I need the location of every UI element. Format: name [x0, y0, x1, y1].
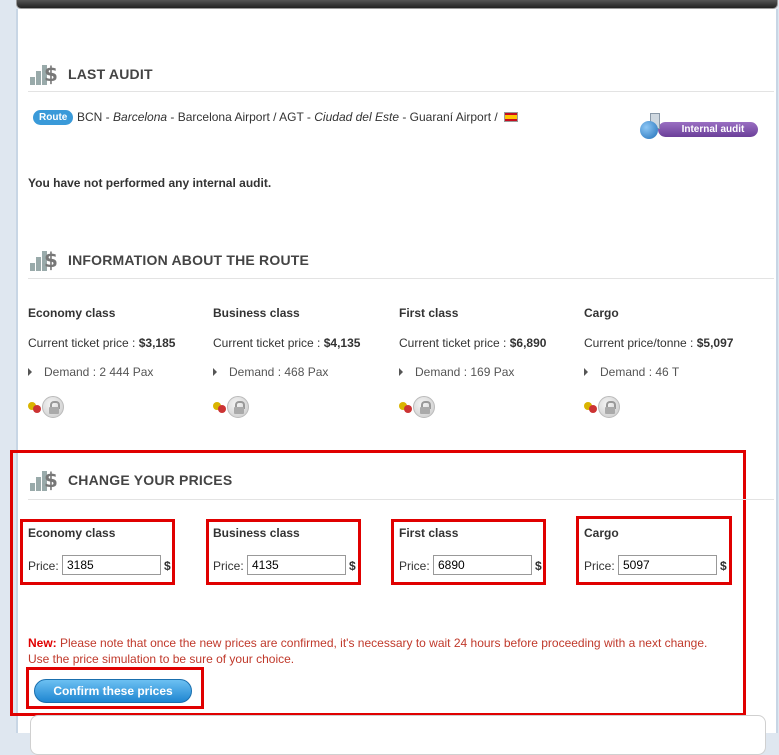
internal-audit-button[interactable]: Internal audit — [640, 113, 758, 143]
no-audit-message: You have not performed any internal audi… — [28, 176, 272, 190]
last-audit-title: LAST AUDIT — [68, 66, 153, 82]
caret-right-icon — [399, 368, 403, 376]
economy-price-input[interactable] — [62, 555, 161, 575]
section-divider — [28, 278, 774, 279]
dest-city: Ciudad del Este — [314, 110, 399, 124]
origin-code: BCN — [77, 110, 103, 124]
economy-demand: Demand : 2 444 Pax — [28, 365, 153, 379]
confirm-prices-button[interactable]: Confirm these prices — [34, 679, 192, 703]
dest-airport: Guaraní Airport — [409, 110, 492, 124]
cargo-icon[interactable] — [584, 402, 598, 414]
audit-dollar-icon: $ — [30, 62, 58, 86]
passengers-icon[interactable] — [213, 402, 227, 414]
first-price-heading: First class — [399, 526, 459, 540]
cargo-heading: Cargo — [584, 306, 619, 320]
economy-current-price: Current ticket price : $3,185 — [28, 336, 176, 350]
next-section-card — [30, 715, 766, 755]
business-current-price: Current ticket price : $4,135 — [213, 336, 361, 350]
internal-audit-label: Internal audit — [658, 122, 758, 137]
svg-text:$: $ — [44, 468, 58, 492]
origin-airport: Barcelona Airport — [177, 110, 270, 124]
business-currency: $ — [349, 559, 356, 573]
section-divider — [28, 91, 774, 92]
svg-text:$: $ — [44, 248, 58, 272]
business-price-input[interactable] — [247, 555, 346, 575]
origin-city: Barcelona — [113, 110, 168, 124]
lock-icon[interactable] — [42, 396, 64, 418]
notice-line-2: Use the price simulation to be sure of y… — [28, 652, 295, 666]
cargo-current-price: Current price/tonne : $5,097 — [584, 336, 734, 350]
business-price-label: Price: — [213, 559, 244, 573]
business-price-heading: Business class — [213, 526, 300, 540]
spain-flag-icon — [504, 112, 519, 122]
notice-new-label: New: — [28, 636, 57, 650]
price-change-notice: New: Please note that once the new price… — [28, 635, 728, 667]
route-info-title: INFORMATION ABOUT THE ROUTE — [68, 252, 310, 268]
lock-icon[interactable] — [598, 396, 620, 418]
route-badge: Route — [33, 110, 74, 125]
first-price-label: Price: — [399, 559, 430, 573]
cargo-demand: Demand : 46 T — [584, 365, 679, 379]
section-divider — [28, 499, 774, 500]
economy-currency: $ — [164, 559, 171, 573]
dest-code: AGT — [279, 110, 304, 124]
route-info-dollar-icon: $ — [30, 248, 58, 272]
economy-price-label: Price: — [28, 559, 59, 573]
change-prices-title: CHANGE YOUR PRICES — [68, 472, 233, 488]
first-class-heading: First class — [399, 306, 459, 320]
cargo-currency: $ — [720, 559, 727, 573]
lock-icon[interactable] — [413, 396, 435, 418]
economy-class-heading: Economy class — [28, 306, 116, 320]
cargo-icons — [584, 396, 624, 418]
passengers-icon[interactable] — [399, 402, 413, 414]
passengers-icon[interactable] — [28, 402, 42, 414]
svg-text:$: $ — [44, 62, 58, 86]
first-price-input[interactable] — [433, 555, 532, 575]
caret-right-icon — [584, 368, 588, 376]
business-class-heading: Business class — [213, 306, 300, 320]
business-demand: Demand : 468 Pax — [213, 365, 328, 379]
notice-line-1: Please note that once the new prices are… — [56, 636, 708, 650]
water-drop-icon — [640, 121, 658, 139]
business-icons — [213, 396, 253, 418]
cargo-price-input[interactable] — [618, 555, 717, 575]
caret-right-icon — [28, 368, 32, 376]
change-prices-dollar-icon: $ — [30, 468, 58, 492]
first-current-price: Current ticket price : $6,890 — [399, 336, 547, 350]
window-top-bar — [16, 0, 778, 9]
economy-price-heading: Economy class — [28, 526, 116, 540]
first-icons — [399, 396, 439, 418]
lock-icon[interactable] — [227, 396, 249, 418]
first-currency: $ — [535, 559, 542, 573]
main-panel: $ LAST AUDIT Route BCN - Barcelona - Bar… — [10, 9, 778, 755]
route-description: BCN - Barcelona - Barcelona Airport / AG… — [77, 110, 519, 124]
cargo-price-label: Price: — [584, 559, 615, 573]
cargo-price-heading: Cargo — [584, 526, 619, 540]
first-demand: Demand : 169 Pax — [399, 365, 514, 379]
economy-icons — [28, 396, 68, 418]
caret-right-icon — [213, 368, 217, 376]
